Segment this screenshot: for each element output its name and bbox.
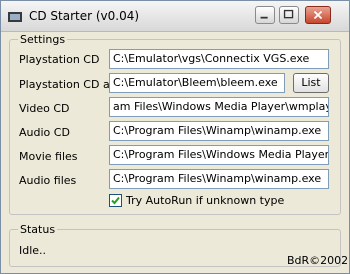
video-cd-label: Video CD (19, 102, 70, 115)
credit-text: BdR©2002 (287, 254, 349, 267)
video-cd-field[interactable]: am Files\Windows Media Player\wmplayer.e… (109, 97, 329, 117)
movie-files-field[interactable]: C:\Program Files\Windows Media Player\wm… (109, 145, 329, 165)
close-icon (313, 10, 323, 20)
playstation-cd-label: Playstation CD (19, 53, 100, 66)
settings-group-title: Settings (18, 33, 68, 46)
maximize-button[interactable] (279, 6, 299, 24)
audio-files-field[interactable]: C:\Program Files\Winamp\winamp.exe (109, 169, 329, 189)
app-icon (7, 9, 23, 25)
list-button[interactable]: List (293, 73, 329, 93)
status-group-title: Status (18, 223, 58, 236)
audio-files-label: Audio files (19, 174, 77, 187)
audio-cd-field[interactable]: C:\Program Files\Winamp\winamp.exe (109, 121, 329, 141)
close-button[interactable] (305, 6, 331, 24)
autorun-checkbox[interactable] (109, 194, 122, 207)
app-window: CD Starter (v0.04) Settings Playstation … (0, 0, 350, 274)
title-bar[interactable]: CD Starter (v0.04) (1, 1, 349, 32)
minimize-icon (260, 16, 268, 19)
status-text: Idle.. (19, 244, 47, 257)
playstation-cd-field[interactable]: C:\Emulator\vgs\Connectix VGS.exe (109, 49, 329, 69)
autorun-label[interactable]: Try AutoRun if unknown type (126, 194, 284, 207)
playstation-cd-alt-field[interactable]: C:\Emulator\Bleem\bleem.exe (109, 73, 285, 93)
maximize-icon (283, 9, 294, 19)
audio-cd-label: Audio CD (19, 126, 70, 139)
checkmark-icon (111, 196, 120, 205)
minimize-button[interactable] (255, 6, 275, 24)
playstation-cd-alt-label: Playstation CD alt. (19, 78, 121, 91)
movie-files-label: Movie files (19, 150, 78, 163)
window-title: CD Starter (v0.04) (29, 9, 140, 23)
